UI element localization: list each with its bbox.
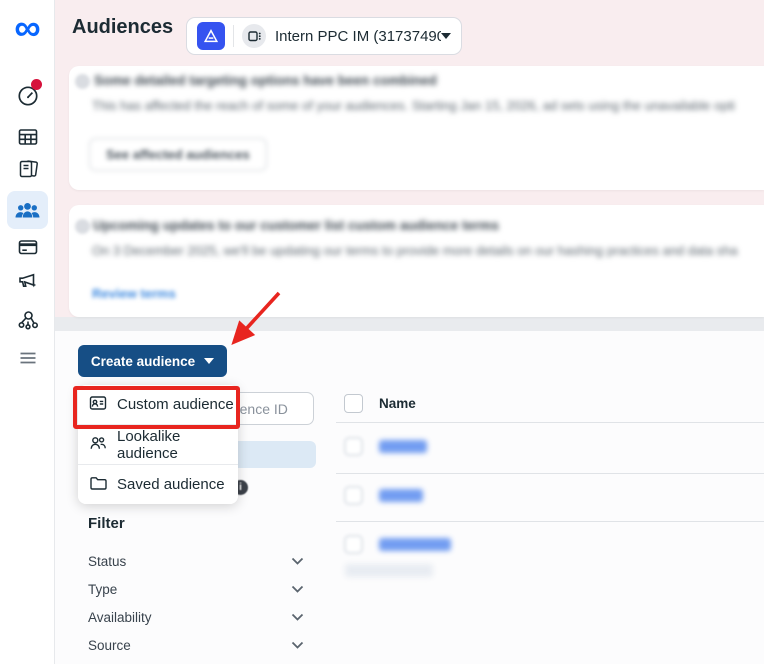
audiences-icon — [14, 200, 41, 220]
menu-item-custom-audience[interactable]: Custom audience — [78, 385, 238, 424]
sidebar: ∞ — [0, 0, 55, 664]
filter-availability[interactable]: Availability — [88, 605, 304, 629]
lookalike-audience-icon — [89, 434, 107, 456]
filter-heading: Filter — [88, 515, 125, 532]
banner-bullet-icon — [75, 219, 90, 234]
review-terms-link[interactable]: Review terms — [92, 286, 176, 301]
audience-name-link[interactable] — [379, 538, 451, 551]
audience-name-link[interactable] — [379, 489, 423, 502]
reports-icon — [16, 157, 40, 181]
banner-body: This has affected the reach of some of y… — [92, 98, 735, 113]
menu-item-label: Saved audience — [117, 476, 225, 493]
see-affected-audiences-button[interactable]: See affected audiences — [89, 138, 267, 171]
menu-item-lookalike-audience[interactable]: Lookalike audience — [78, 425, 238, 464]
banner-body: On 3 December 2025, we'll be updating ou… — [92, 243, 738, 258]
chip-divider — [233, 25, 234, 47]
ads-manager-logo-icon — [197, 22, 225, 50]
table-divider — [336, 473, 764, 474]
chevron-down-icon — [204, 358, 215, 364]
chevron-down-icon — [441, 33, 451, 39]
credit-card-icon — [16, 235, 40, 259]
banner-bullet-icon — [75, 74, 90, 89]
create-audience-label: Create audience — [90, 353, 196, 369]
section-divider-band — [55, 317, 764, 331]
create-audience-menu: Custom audience Lookalike audience Saved… — [78, 385, 238, 504]
banner-title: Upcoming updates to our customer list cu… — [93, 218, 499, 233]
org-chart-icon — [16, 308, 40, 332]
redacted-content — [345, 564, 433, 577]
notification-dot — [31, 79, 42, 90]
row-checkbox[interactable] — [344, 535, 363, 554]
sidebar-item-business-structure[interactable] — [7, 301, 48, 339]
sidebar-item-all-tools[interactable] — [7, 339, 48, 377]
audience-name-link[interactable] — [379, 440, 427, 453]
custom-audience-icon — [89, 394, 107, 416]
filter-label: Availability — [88, 609, 152, 625]
banner-title: Some detailed targeting options have bee… — [94, 73, 437, 88]
table-divider — [336, 422, 764, 423]
sidebar-item-ads-reporting[interactable] — [7, 150, 48, 188]
filter-label: Status — [88, 553, 127, 569]
banner-terms-update: Upcoming updates to our customer list cu… — [69, 205, 764, 317]
filter-label: Type — [88, 581, 118, 597]
menu-item-label: Lookalike audience — [117, 427, 181, 462]
create-audience-button[interactable]: Create audience — [78, 345, 227, 377]
filter-source[interactable]: Source — [88, 633, 304, 657]
sidebar-item-advertise[interactable] — [7, 261, 48, 299]
megaphone-icon — [16, 268, 40, 292]
account-selector[interactable]: Intern PPC IM (31737490... — [186, 17, 462, 55]
filter-type[interactable]: Type — [88, 577, 304, 601]
page-title: Audiences — [72, 16, 174, 38]
select-all-checkbox[interactable] — [344, 394, 363, 413]
menu-item-saved-audience[interactable]: Saved audience — [78, 465, 238, 504]
chevron-down-icon — [291, 585, 304, 593]
filter-label: Source — [88, 637, 131, 653]
column-header-name: Name — [379, 396, 416, 411]
chevron-down-icon — [291, 641, 304, 649]
banner-detailed-targeting: Some detailed targeting options have bee… — [69, 66, 764, 190]
business-portfolio-icon — [242, 24, 266, 48]
menu-item-label: Custom audience — [117, 396, 234, 413]
chevron-down-icon — [291, 557, 304, 565]
sidebar-item-audiences[interactable] — [7, 191, 48, 229]
saved-audience-icon — [89, 474, 107, 496]
chevron-down-icon — [291, 613, 304, 621]
audiences-page: ∞ Audiences Intern PPC IM (31737490... S… — [0, 0, 764, 664]
row-checkbox[interactable] — [344, 486, 363, 505]
table-divider — [336, 521, 764, 522]
meta-logo[interactable]: ∞ — [4, 2, 51, 52]
account-name: Intern PPC IM (31737490... — [275, 27, 441, 45]
table-icon — [16, 125, 40, 149]
row-checkbox[interactable] — [344, 437, 363, 456]
menu-icon — [16, 346, 40, 370]
filter-status[interactable]: Status — [88, 549, 304, 573]
